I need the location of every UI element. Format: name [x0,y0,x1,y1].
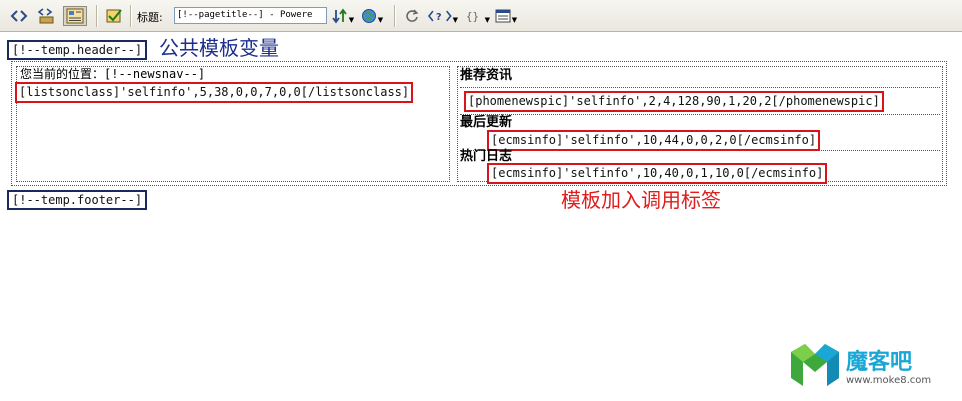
header-annotation: 公共模板变量 [159,36,279,60]
validate-button[interactable] [103,6,125,26]
chevron-down-icon: ▼ [452,16,458,24]
chevron-down-icon: ▼ [377,16,384,24]
braces-icon: {} [466,10,479,23]
ecmsinfo-hot-tag[interactable]: [ecmsinfo]'selfinfo',10,40,0,1,10,0[/ecm… [487,163,828,184]
title-label: 标题: [137,11,163,24]
listsonclass-tag[interactable]: [listsonclass]'selfinfo',5,38,0,0,7,0,0[… [15,82,414,103]
watermark-brand: 魔客吧 [846,350,913,375]
view-options-icon [495,9,511,23]
call-tag-annotation: 模板加入调用标签 [561,188,721,212]
svg-text:{}: {} [466,10,479,23]
page-title-input[interactable]: [!--pagetitle--] - Powere [174,7,327,24]
view-options-button[interactable]: ▼ [494,6,518,26]
code-navigation-icon: ? [428,10,452,23]
browser-preview-button[interactable]: ▼ [360,6,384,26]
svg-text:?: ? [436,12,442,23]
refresh-button[interactable] [401,6,423,26]
recommend-heading: 推荐资讯 [460,68,513,83]
phonenewspic-tag[interactable]: [phomenewspic]'selfinfo',2,4,128,90,1,20… [464,91,884,112]
code-view-icon [10,10,28,22]
breadcrumb-position: 您当前的位置：[!--newsnav--] [20,67,206,81]
footer-template-tag[interactable]: [!--temp.footer--] [7,190,148,210]
moke8-logo-icon [791,344,839,386]
code-navigation-button[interactable]: ? ▼ [428,6,458,26]
file-transfer-button[interactable]: ▼ [331,6,355,26]
design-view-button[interactable] [63,6,87,26]
watermark-url: www.moke8.com [846,375,932,386]
chevron-down-icon: ▼ [348,16,355,24]
split-view-button[interactable] [36,6,58,26]
design-view-icon [66,8,84,24]
browser-preview-icon [361,9,376,23]
latest-heading: 最后更新 [460,115,513,130]
file-transfer-icon [332,8,347,24]
header-template-tag[interactable]: [!--temp.header--] [7,40,148,60]
document-toolbar: 标题: [!--pagetitle--] - Powere ▼ ▼ ? ▼ {} [0,0,962,32]
validate-icon [106,9,122,23]
chevron-down-icon: ▼ [511,16,518,24]
split-view-icon [38,8,54,24]
ecmsinfo-latest-tag[interactable]: [ecmsinfo]'selfinfo',10,44,0,0,2,0[/ecms… [487,130,821,151]
hot-heading: 热门日志 [460,149,513,164]
braces-button[interactable]: {} ▼ [466,6,490,26]
refresh-icon [406,9,419,22]
code-view-button[interactable] [8,6,30,26]
chevron-down-icon: ▼ [484,16,490,24]
